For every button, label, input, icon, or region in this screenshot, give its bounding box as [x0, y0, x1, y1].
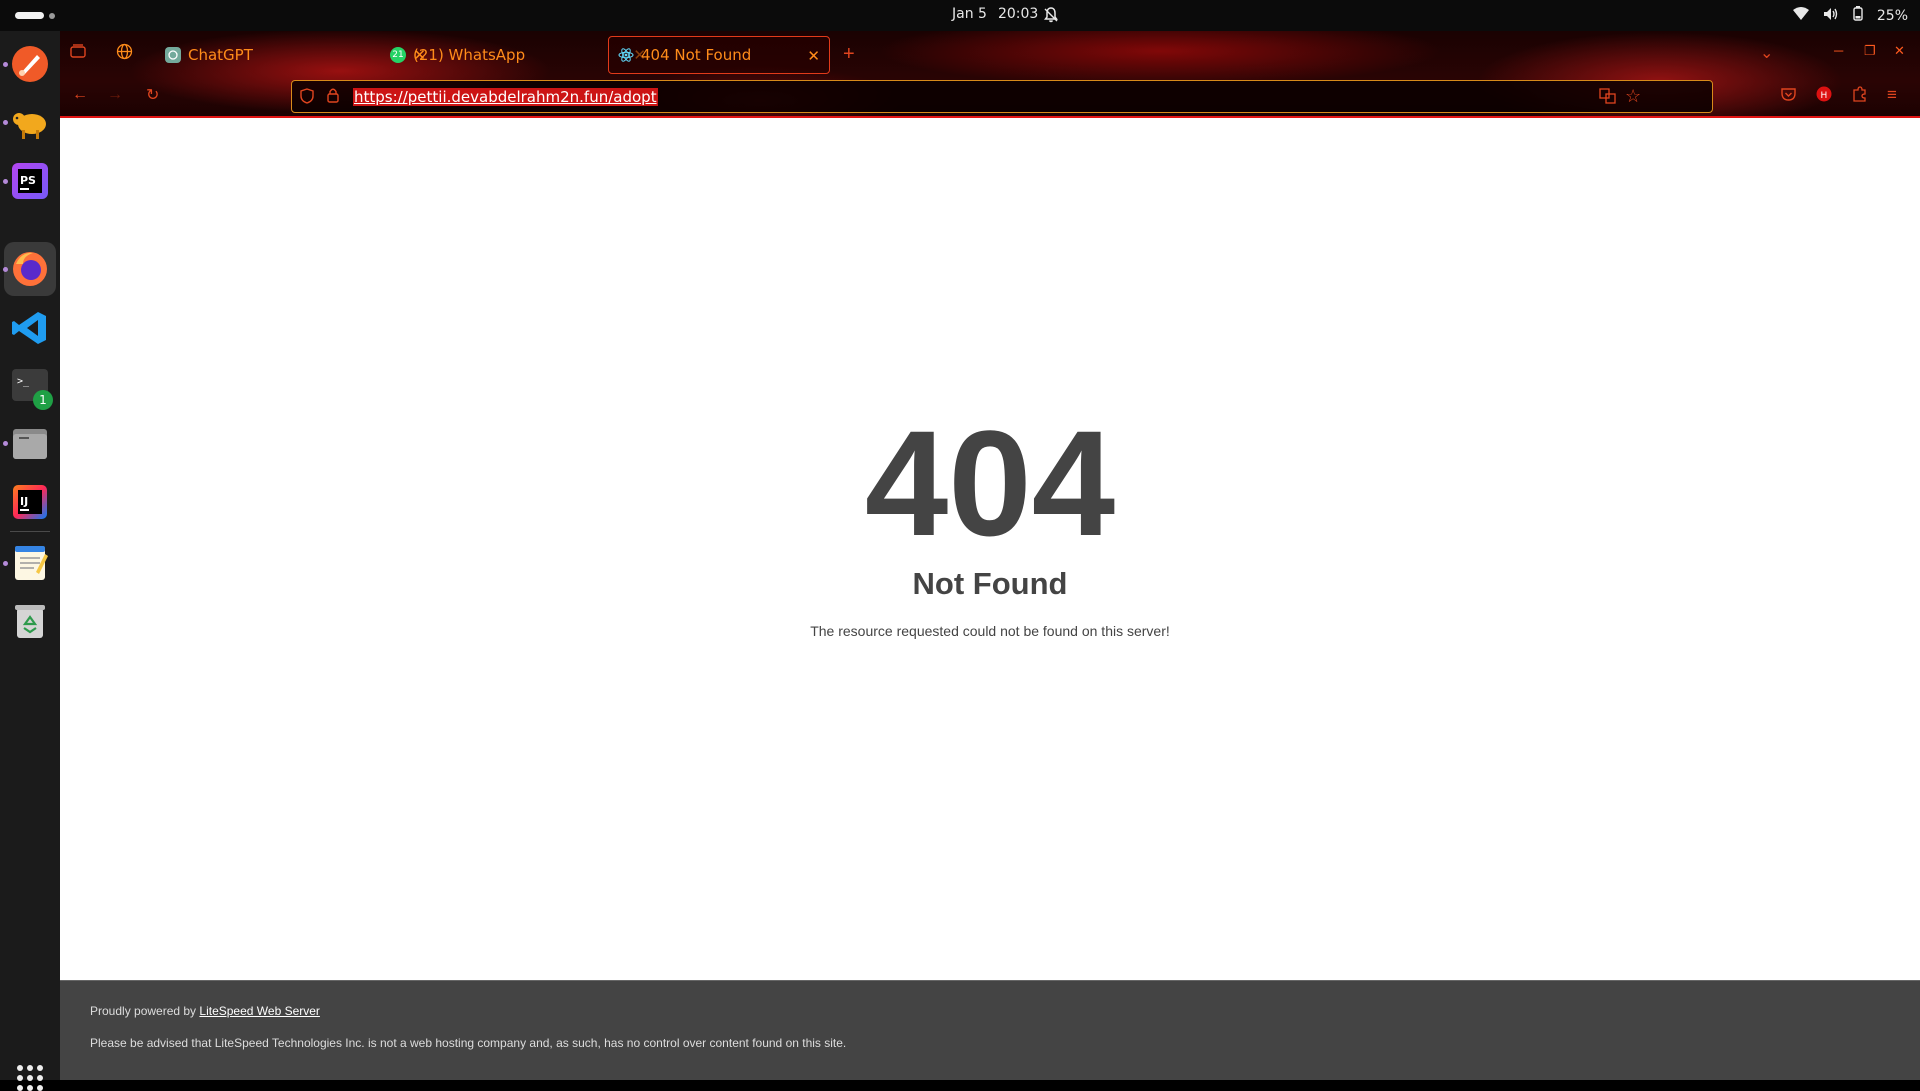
server-footer: Proudly powered by LiteSpeed Web Server … [60, 980, 1920, 1080]
translate-icon[interactable] [1599, 88, 1616, 109]
globe-tab-icon[interactable] [116, 43, 133, 65]
tab-close-icon[interactable]: ✕ [807, 47, 820, 65]
tab-label: (21) WhatsApp [413, 46, 526, 64]
restore-icon[interactable]: ❐ [1864, 43, 1876, 59]
tab-list-chevron-down-icon[interactable]: ⌄ [1760, 43, 1773, 63]
url-text[interactable]: https://pettii.devabdelrahm2n.fun/adopt [353, 88, 658, 106]
pocket-icon[interactable] [1781, 87, 1796, 106]
error-code: 404 [864, 399, 1116, 567]
activities-button[interactable] [15, 12, 55, 19]
extensions-puzzle-icon[interactable] [1852, 86, 1867, 107]
bookmark-star-icon[interactable]: ☆ [1625, 86, 1641, 107]
forward-arrow-icon[interactable]: → [107, 86, 123, 104]
lock-icon[interactable] [327, 87, 339, 108]
footer-powered-by: Proudly powered by LiteSpeed Web Server [90, 1004, 320, 1018]
tab-label: 404 Not Found [641, 46, 752, 64]
chatgpt-favicon-icon [165, 47, 181, 63]
svg-text:>_: >_ [17, 376, 30, 387]
dock: PS >_ 1 IJ [0, 31, 60, 1091]
intellij-app-icon[interactable]: IJ [10, 482, 50, 522]
svg-text:H: H [1821, 91, 1828, 101]
browser-toolbar: ChatGPT ✕ 21 (21) WhatsApp ✕ 404 Not Fou… [60, 31, 1920, 118]
svg-text:PS: PS [20, 174, 36, 187]
tab-404-not-found[interactable]: 404 Not Found ✕ [608, 36, 830, 74]
files-notification-badge: 1 [33, 390, 53, 410]
trash-app-icon[interactable] [10, 601, 50, 641]
footer-prefix: Proudly powered by [90, 1004, 200, 1018]
firefox-view-icon[interactable] [70, 44, 86, 63]
battery-percentage: 25% [1876, 7, 1908, 24]
back-arrow-icon[interactable]: ← [72, 86, 88, 104]
footer-notice: Please be advised that LiteSpeed Technol… [90, 1036, 847, 1050]
battery-icon [1853, 6, 1863, 25]
notification-bell-icon[interactable] [1044, 7, 1058, 27]
system-top-bar: Jan 5 20:03 25% [0, 0, 1920, 31]
running-indicator [3, 441, 8, 446]
hamburger-menu-icon[interactable]: ≡ [1887, 85, 1897, 105]
svg-text:IJ: IJ [20, 495, 28, 508]
new-tab-plus-icon[interactable]: + [843, 43, 855, 66]
reload-icon[interactable]: ↻ [146, 85, 159, 105]
system-menu[interactable]: 25% [1792, 6, 1908, 25]
firefox-app-icon[interactable] [10, 249, 50, 289]
text-editor-app-icon[interactable] [10, 543, 50, 583]
running-indicator [3, 179, 8, 184]
error-message: The resource requested could not be foun… [810, 623, 1170, 639]
error-title: Not Found [912, 566, 1068, 601]
clock-date: Jan 5 [952, 6, 987, 22]
minimize-icon[interactable]: ─ [1834, 43, 1843, 58]
running-indicator [3, 62, 8, 67]
whatsapp-favicon-icon: 21 [390, 47, 406, 63]
files-app-icon[interactable] [10, 423, 50, 463]
close-window-icon[interactable]: ✕ [1894, 43, 1905, 59]
running-indicator [3, 267, 8, 272]
volume-icon [1823, 7, 1839, 25]
gnome-sheep-app-icon[interactable] [10, 103, 50, 143]
show-apps-grid-icon[interactable] [17, 1065, 43, 1091]
vscode-app-icon[interactable] [10, 308, 50, 348]
page-content: 404 Not Found The resource requested cou… [60, 118, 1920, 980]
tracking-protection-shield-icon[interactable] [300, 88, 314, 109]
react-favicon-icon [618, 47, 634, 63]
tab-label: ChatGPT [188, 46, 253, 64]
workspace-indicator-active [15, 12, 44, 19]
address-bar[interactable]: https://pettii.devabdelrahm2n.fun/adopt … [291, 80, 1713, 113]
brush-app-icon[interactable] [10, 44, 50, 84]
dock-separator [10, 531, 50, 532]
running-indicator [3, 120, 8, 125]
account-avatar-icon[interactable]: H [1816, 86, 1832, 107]
workspace-indicator [49, 12, 55, 19]
clock[interactable]: Jan 5 20:03 [952, 6, 1038, 22]
wifi-icon [1792, 7, 1809, 24]
clock-time: 20:03 [997, 6, 1039, 22]
phpstorm-app-icon[interactable]: PS [10, 161, 50, 201]
running-indicator [3, 561, 8, 566]
litespeed-link[interactable]: LiteSpeed Web Server [199, 1004, 320, 1018]
